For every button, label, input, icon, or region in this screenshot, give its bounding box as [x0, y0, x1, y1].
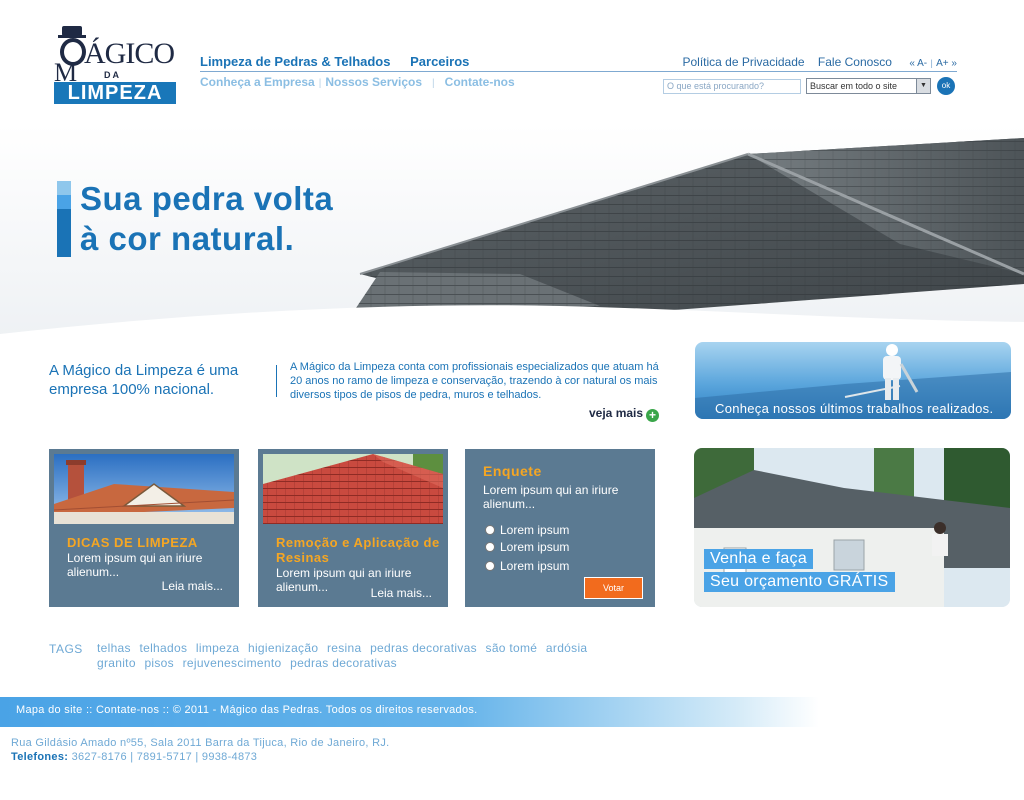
search-input[interactable]: O que está procurando?	[663, 79, 801, 94]
poll-title: Enquete	[483, 463, 542, 479]
see-more-link[interactable]: veja mais +	[589, 406, 660, 422]
tag-link[interactable]: são tomé	[486, 641, 538, 655]
poll-question: Lorem ipsum qui an iriure alienum...	[483, 483, 619, 511]
resins-card-image	[263, 454, 443, 524]
footer-phones: Telefones: 3627-8176 | 7891-5717 | 9938-…	[11, 751, 257, 763]
red-tile-roof-illustration	[263, 454, 443, 524]
footer-separator: ::	[85, 704, 93, 716]
search-scope-select[interactable]: Buscar em todo o site ▼	[806, 78, 931, 94]
tags-label: TAGS	[49, 642, 83, 656]
tag-link[interactable]: resina	[327, 641, 361, 655]
footer-separator: ::	[162, 704, 170, 716]
secondary-nav: Conheça a Empresa | Nossos Serviços | Contat…	[200, 75, 515, 89]
tag-link[interactable]: telhados	[139, 641, 187, 655]
resins-read-more-link[interactable]: Leia mais...	[371, 586, 432, 600]
footer-phones-label: Telefones:	[11, 751, 69, 763]
nav-link-contato[interactable]: Contate-nos	[445, 75, 515, 89]
nav-separator: |	[318, 78, 322, 89]
tag-cloud: telhas telhados limpeza higienização res…	[97, 641, 617, 671]
radio-button[interactable]	[485, 542, 495, 552]
recent-works-banner[interactable]: Conheça nossos últimos trabalhos realiza…	[695, 342, 1011, 419]
tag-link[interactable]: limpeza	[196, 641, 239, 655]
top-hat-icon	[58, 26, 86, 38]
footer-links: Mapa do site :: Contate-nos :: © 2011 - …	[16, 704, 478, 716]
free-quote-banner[interactable]: Venha e faça Seu orçamento GRÁTIS	[694, 448, 1010, 607]
resins-card: Remoção e Aplicação de Resinas Lorem ips…	[258, 449, 448, 607]
privacy-link[interactable]: Política de Privacidade	[683, 55, 805, 69]
nav-separator: |	[432, 78, 435, 89]
hero-banner: Sua pedra volta à cor natural.	[0, 124, 1024, 340]
free-quote-line2: Seu orçamento GRÁTIS	[704, 572, 895, 592]
intro-body: A Mágico da Limpeza conta com profission…	[290, 361, 659, 401]
primary-nav: Limpeza de Pedras & Telhados Parceiros	[200, 54, 485, 69]
poll-card: Enquete Lorem ipsum qui an iriure alienu…	[465, 449, 655, 607]
resins-card-title: Remoção e Aplicação de Resinas	[276, 535, 440, 565]
radio-button[interactable]	[485, 525, 495, 535]
font-control-separator: |	[930, 58, 933, 68]
tag-link[interactable]: higienização	[248, 641, 318, 655]
poll-option-2[interactable]: Lorem ipsum	[485, 540, 569, 554]
tag-link[interactable]: granito	[97, 656, 136, 670]
contact-link[interactable]: Fale Conosco	[818, 55, 892, 69]
footer-contact-link[interactable]: Contate-nos	[96, 704, 159, 716]
recent-works-caption: Conheça nossos últimos trabalhos realiza…	[715, 401, 994, 416]
poll-option-1[interactable]: Lorem ipsum	[485, 523, 569, 537]
poll-option-3[interactable]: Lorem ipsum	[485, 559, 569, 573]
tag-link[interactable]: rejuvenescimento	[183, 656, 282, 670]
tips-card-title: DICAS DE LIMPEZA	[67, 535, 198, 550]
tag-link[interactable]: telhas	[97, 641, 131, 655]
free-quote-line1: Venha e faça	[704, 549, 814, 569]
footer-bar: Mapa do site :: Contate-nos :: © 2011 - …	[0, 697, 1024, 727]
tips-read-more-link[interactable]: Leia mais...	[162, 579, 223, 593]
tips-card-text: Lorem ipsum qui an iriure alienum...	[67, 551, 203, 579]
house-roof-illustration	[54, 454, 234, 524]
tag-link[interactable]: pedras decorativas	[370, 641, 477, 655]
logo-word-da: DA	[104, 70, 121, 80]
intro-headline: A Mágico da Limpeza é uma empresa 100% n…	[49, 362, 239, 398]
hero-accent-bar	[57, 181, 71, 257]
poll-option-label: Lorem ipsum	[500, 540, 570, 554]
header-divider	[200, 71, 957, 72]
poll-option-label: Lorem ipsum	[500, 559, 570, 573]
footer-sitemap-link[interactable]: Mapa do site	[16, 704, 83, 716]
footer-copyright: © 2011 - Mágico das Pedras. Todos os dir…	[172, 704, 478, 716]
poll-option-label: Lorem ipsum	[500, 523, 570, 537]
vote-button[interactable]: Votar	[584, 577, 643, 599]
search-submit-button[interactable]: ok	[937, 77, 955, 95]
chevron-down-icon: ▼	[916, 79, 930, 93]
tips-card-image	[54, 454, 234, 524]
nav-link-servicos[interactable]: Nossos Serviços	[325, 75, 422, 89]
tag-link[interactable]: ardósia	[546, 641, 587, 655]
hero-headline-line1: Sua pedra volta	[80, 180, 334, 217]
hero-headline: Sua pedra volta à cor natural.	[80, 179, 333, 259]
nav-link-empresa[interactable]: Conheça a Empresa	[200, 75, 315, 89]
search-scope-value: Buscar em todo o site	[810, 81, 898, 91]
footer-phone-numbers: 3627-8176 | 7891-5717 | 9938-4873	[71, 751, 258, 763]
see-more-label: veja mais	[589, 406, 644, 420]
footer-address: Rua Gildásio Amado nº55, Sala 2011 Barra…	[11, 737, 390, 749]
tips-card: DICAS DE LIMPEZA Lorem ipsum qui an iriu…	[49, 449, 239, 607]
font-decrease-button[interactable]: « A-	[909, 58, 927, 69]
logo-word-top: ÁGICO	[84, 37, 175, 70]
plus-circle-icon: +	[646, 409, 660, 422]
radio-button[interactable]	[485, 561, 495, 571]
tag-link[interactable]: pisos	[144, 656, 174, 670]
logo-word-limpeza: LIMPEZA	[54, 82, 176, 104]
font-increase-button[interactable]: A+ »	[936, 58, 957, 69]
nav-link-parceiros[interactable]: Parceiros	[410, 54, 469, 69]
hero-headline-line2: à cor natural.	[80, 220, 295, 257]
utility-links: Política de Privacidade Fale Conosco « A…	[683, 55, 958, 69]
tag-link[interactable]: pedras decorativas	[290, 656, 397, 670]
nav-link-limpeza-pedras[interactable]: Limpeza de Pedras & Telhados	[200, 54, 390, 69]
site-logo[interactable]: ÁGICO M DA LIMPEZA	[54, 26, 176, 104]
intro-divider	[276, 365, 277, 397]
